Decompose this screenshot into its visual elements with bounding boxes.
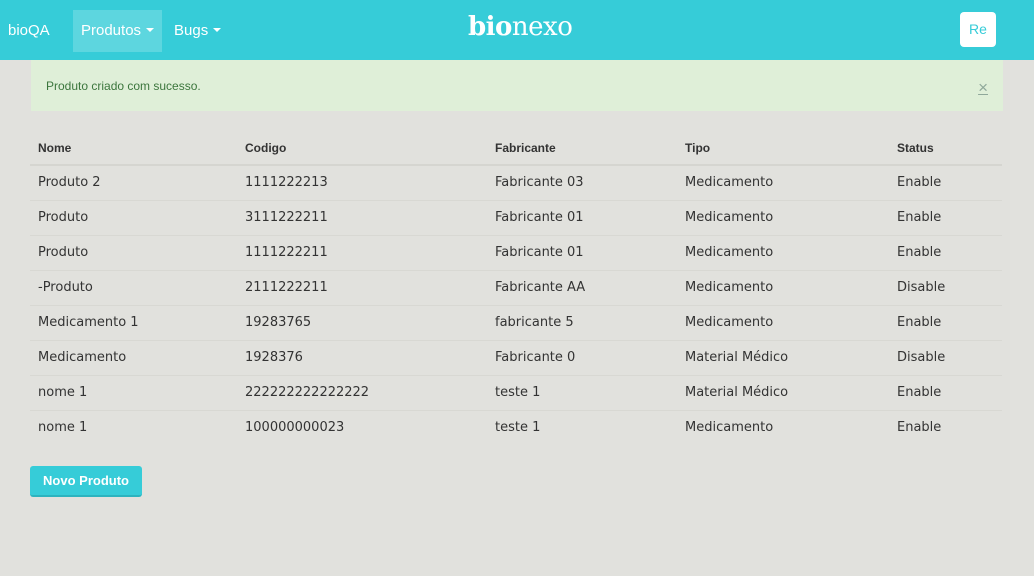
cell-nome: -Produto: [30, 269, 237, 305]
table-row[interactable]: nome 1 100000000023 teste 1 Medicamento Enab…: [30, 409, 1002, 445]
cell-fabricante: Fabricante 01: [487, 234, 677, 270]
column-header-status: Status: [889, 132, 1002, 166]
nav-produtos-label: Produtos: [81, 22, 142, 39]
nav-produtos-dropdown[interactable]: Produtos: [73, 10, 163, 52]
logo-bold-text: bio: [468, 12, 512, 42]
cell-nome: Produto: [30, 234, 237, 270]
cell-tipo: Material Médico: [677, 374, 889, 410]
alert-message: Produto criado com sucesso.: [46, 79, 201, 93]
table-row[interactable]: Medicamento 1928376 Fabricante 0 Material M…: [30, 339, 1002, 375]
cell-nome: nome 1: [30, 374, 237, 410]
success-alert: Produto criado com sucesso. ×: [31, 60, 1003, 111]
new-product-button[interactable]: Novo Produto: [30, 466, 142, 497]
cell-tipo: Medicamento: [677, 304, 889, 340]
top-navbar: bioQA Produtos Bugs bionexo Re: [0, 0, 1034, 60]
cell-fabricante: fabricante 5: [487, 304, 677, 340]
cell-status: Enable: [889, 199, 1002, 235]
cell-nome: Medicamento: [30, 339, 237, 375]
cell-status: Enable: [889, 234, 1002, 270]
logo-light-text: nexo: [511, 12, 573, 42]
cell-codigo: 100000000023: [237, 409, 487, 445]
column-header-codigo: Codigo: [237, 132, 487, 166]
cell-status: Enable: [889, 374, 1002, 410]
cell-tipo: Medicamento: [677, 409, 889, 445]
cell-fabricante: Fabricante 03: [495, 175, 584, 191]
cell-codigo: 1928376: [237, 339, 487, 375]
cell-status: Disable: [889, 269, 1002, 305]
table-header-row: Nome Codigo Fabricante Tipo Status: [30, 132, 1002, 166]
cell-nome: Produto: [30, 199, 237, 235]
cell-status: Enable: [889, 409, 1002, 445]
nav-bugs-dropdown[interactable]: Bugs: [166, 10, 229, 52]
cell-tipo: Medicamento: [677, 234, 889, 270]
user-menu-button[interactable]: Re: [960, 12, 996, 47]
cell-codigo: 1111222213: [245, 175, 328, 191]
cell-codigo: 1111222211: [237, 234, 487, 270]
column-header-tipo: Tipo: [677, 132, 889, 166]
cell-codigo: 19283765: [237, 304, 487, 340]
cell-tipo: Medicamento: [677, 269, 889, 305]
cell-fabricante: teste 1: [487, 374, 677, 410]
table-row[interactable]: Produto 3111222211 Fabricante 01 Medicament…: [30, 199, 1002, 235]
cell-codigo: 2111222211: [237, 269, 487, 305]
table-row[interactable]: Medicamento 1 19283765 fabricante 5 Medicam…: [30, 304, 1002, 340]
cell-fabricante: Fabricante 0: [487, 339, 677, 375]
products-table: Nome Codigo Fabricante Tipo Status Produ…: [30, 132, 1002, 445]
cell-status: Disable: [889, 339, 1002, 375]
cell-fabricante: teste 1: [487, 409, 677, 445]
cell-nome: Produto 2: [38, 175, 101, 191]
table-row[interactable]: -Produto 2111222211 Fabricante AA Medicamen…: [30, 269, 1002, 305]
brand-link[interactable]: bioQA: [8, 22, 50, 39]
cell-status: Enable: [889, 304, 1002, 340]
column-header-fabricante: Fabricante: [487, 132, 677, 166]
table-row[interactable]: Produto 1111222211 Fabricante 01 Medicament…: [30, 234, 1002, 270]
cell-fabricante: Fabricante 01: [487, 199, 677, 235]
cell-tipo: Medicamento: [677, 199, 889, 235]
bionexo-logo: bionexo: [468, 12, 573, 42]
cell-codigo: 222222222222222: [237, 374, 487, 410]
cell-status: Enable: [897, 175, 942, 191]
cell-nome: Medicamento 1: [30, 304, 237, 340]
close-icon[interactable]: ×: [978, 78, 988, 98]
table-row[interactable]: Produto 2 1111222213 Fabricante 03 Medicame…: [30, 165, 1002, 200]
cell-codigo: 3111222211: [237, 199, 487, 235]
cell-tipo: Material Médico: [677, 339, 889, 375]
column-header-nome: Nome: [30, 132, 237, 166]
nav-bugs-label: Bugs: [174, 22, 209, 39]
cell-nome: nome 1: [30, 409, 237, 445]
chevron-down-icon: [213, 28, 222, 33]
cell-tipo: Medicamento: [685, 175, 774, 191]
cell-fabricante: Fabricante AA: [487, 269, 677, 305]
chevron-down-icon: [146, 28, 155, 33]
table-row[interactable]: nome 1 222222222222222 teste 1 Material Méd…: [30, 374, 1002, 410]
